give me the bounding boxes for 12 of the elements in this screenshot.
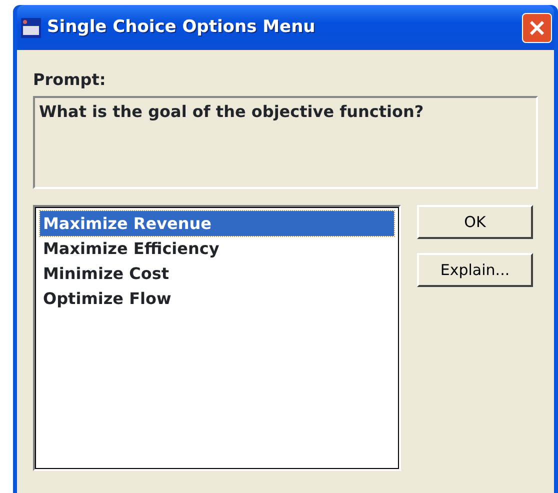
dialog-button[interactable]: OK <box>417 205 533 239</box>
list-option[interactable]: Maximize Efficiency <box>40 236 394 261</box>
window-icon <box>21 18 41 38</box>
prompt-text: What is the goal of the objective function? <box>33 96 538 189</box>
window-title: Single Choice Options Menu <box>47 16 316 39</box>
close-button[interactable] <box>522 12 552 42</box>
prompt-label: Prompt: <box>33 69 106 91</box>
list-option[interactable]: Optimize Flow <box>40 286 394 311</box>
dialog-button[interactable]: Explain... <box>417 253 533 287</box>
list-option[interactable]: Minimize Cost <box>40 261 394 286</box>
list-option[interactable]: Maximize Revenue <box>40 211 394 236</box>
close-icon <box>528 18 546 36</box>
